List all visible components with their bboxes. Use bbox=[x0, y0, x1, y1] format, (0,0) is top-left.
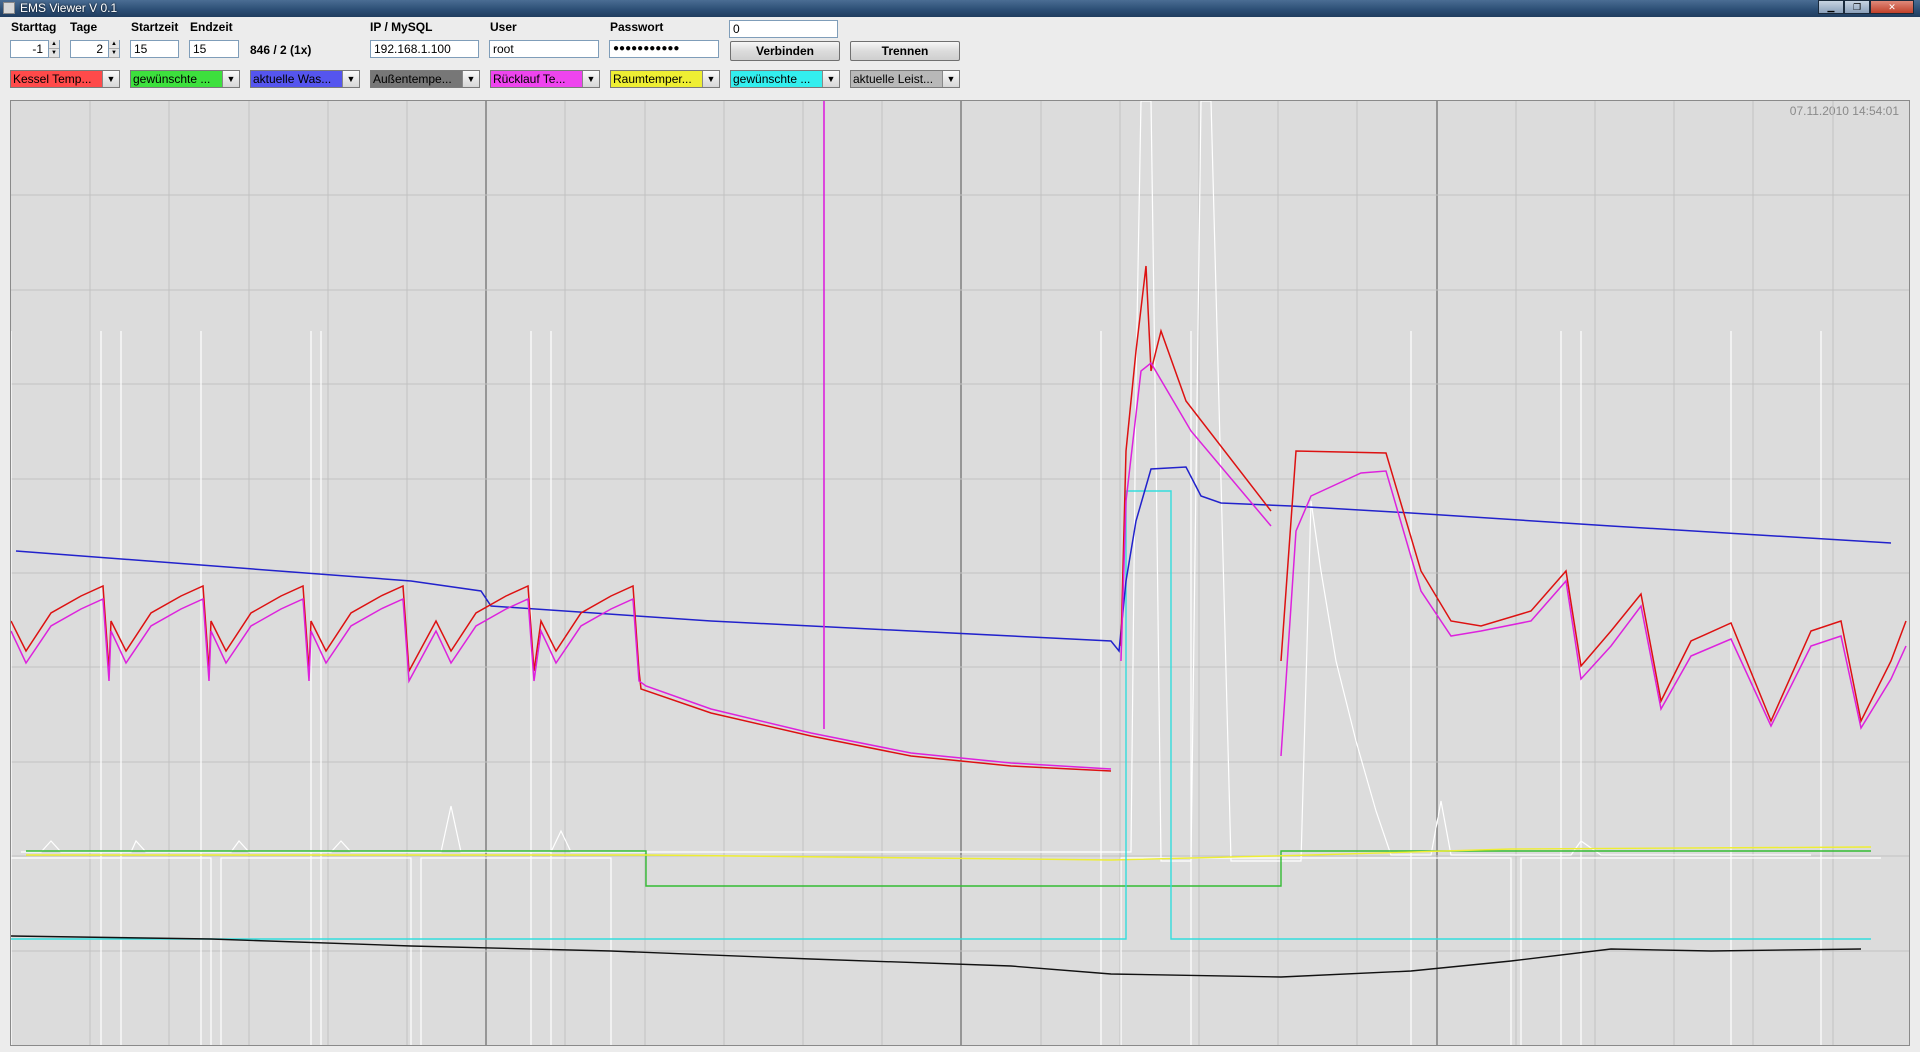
chevron-down-icon: ▼ bbox=[582, 71, 599, 87]
user-label: User bbox=[490, 20, 517, 34]
starttag-spin-buttons[interactable]: ▲ ▼ bbox=[48, 40, 59, 58]
startzeit-input[interactable]: 15 bbox=[130, 40, 179, 58]
series-select-label: aktuelle Was... bbox=[253, 72, 332, 86]
maximize-button[interactable]: ❐ bbox=[1844, 0, 1870, 14]
series-select-label: Kessel Temp... bbox=[13, 72, 92, 86]
endzeit-input[interactable]: 15 bbox=[189, 40, 239, 58]
ip-input[interactable]: 192.168.1.100 bbox=[370, 40, 479, 58]
series-select-label: Rücklauf Te... bbox=[493, 72, 566, 86]
magenta-series bbox=[1280, 470, 1907, 757]
startzeit-label: Startzeit bbox=[131, 20, 179, 34]
title-bar: EMS Viewer V 0.1 ▁ ❐ ✕ bbox=[0, 0, 1920, 17]
chevron-down-icon: ▼ bbox=[102, 71, 119, 87]
passwort-label: Passwort bbox=[610, 20, 664, 34]
app-icon bbox=[3, 2, 15, 14]
red-series bbox=[11, 584, 1112, 772]
series-select-raum[interactable]: Raumtemper... ▼ bbox=[610, 70, 720, 88]
password-input[interactable]: ●●●●●●●●●●● bbox=[609, 40, 719, 58]
chevron-down-icon: ▼ bbox=[462, 71, 479, 87]
record-info: 846 / 2 (1x) bbox=[250, 43, 312, 57]
connect-button[interactable]: Verbinden bbox=[730, 41, 840, 61]
plot-canvas bbox=[11, 101, 1909, 1045]
series-select-wunsch-raum[interactable]: gewünschte ... ▼ bbox=[730, 70, 840, 88]
chevron-down-icon: ▼ bbox=[702, 71, 719, 87]
series-select-wunsch-kessel[interactable]: gewünschte ... ▼ bbox=[130, 70, 240, 88]
series-select-aussen[interactable]: Außentempe... ▼ bbox=[370, 70, 480, 88]
extra-input[interactable]: 0 bbox=[729, 20, 838, 38]
chevron-down-icon: ▼ bbox=[222, 71, 239, 87]
series-select-label: aktuelle Leist... bbox=[853, 72, 934, 86]
tage-label: Tage bbox=[70, 20, 98, 34]
disconnect-button[interactable]: Trennen bbox=[850, 41, 960, 61]
close-button[interactable]: ✕ bbox=[1870, 0, 1914, 14]
series-select-label: Außentempe... bbox=[373, 72, 452, 86]
series-select-leistung[interactable]: aktuelle Leist... ▼ bbox=[850, 70, 960, 88]
magenta-series bbox=[11, 597, 1112, 770]
series-select-label: gewünschte ... bbox=[733, 72, 811, 86]
starttag-label: Starttag bbox=[11, 20, 57, 34]
tage-spin-buttons[interactable]: ▲ ▼ bbox=[108, 40, 119, 58]
chevron-down-icon: ▼ bbox=[822, 71, 839, 87]
series-select-ruecklauf[interactable]: Rücklauf Te... ▼ bbox=[490, 70, 600, 88]
endzeit-label: Endzeit bbox=[190, 20, 233, 34]
cyan-series bbox=[11, 490, 1871, 940]
minimize-button[interactable]: ▁ bbox=[1818, 0, 1844, 14]
black-series bbox=[11, 935, 1862, 978]
series-select-kessel[interactable]: Kessel Temp... ▼ bbox=[10, 70, 120, 88]
series-select-label: Raumtemper... bbox=[613, 72, 692, 86]
series-select-label: gewünschte ... bbox=[133, 72, 211, 86]
window-title: EMS Viewer V 0.1 bbox=[20, 1, 118, 15]
ip-label: IP / MySQL bbox=[370, 20, 433, 34]
series-select-wasser[interactable]: aktuelle Was... ▼ bbox=[250, 70, 360, 88]
plot-area[interactable]: 07.11.2010 14:54:01 bbox=[10, 100, 1910, 1046]
power-curve bbox=[21, 101, 1811, 862]
chevron-down-icon: ▼ bbox=[342, 71, 359, 87]
red-series bbox=[1280, 450, 1907, 724]
blue-series bbox=[15, 466, 1892, 653]
chevron-down-icon: ▼ bbox=[942, 71, 959, 87]
user-input[interactable]: root bbox=[489, 40, 599, 58]
